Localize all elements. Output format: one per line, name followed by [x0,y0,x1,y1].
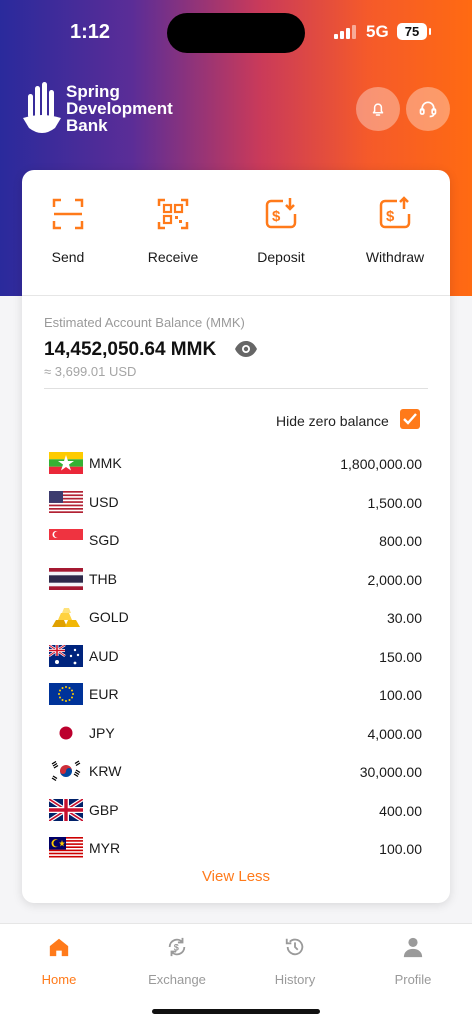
currency-amount: 400.00 [379,803,422,819]
thailand-flag-icon [49,568,83,590]
send-button[interactable]: Send [18,196,118,265]
currency-amount: 150.00 [379,649,422,665]
svg-text:$: $ [386,208,395,225]
deposit-button[interactable]: $ Deposit [231,196,331,265]
gold-bars-icon [52,608,80,627]
person-icon [403,937,423,958]
currency-code: AUD [89,648,119,664]
currency-row-krw[interactable]: KRW 30,000.00 [49,759,422,783]
withdraw-label: Withdraw [365,249,425,265]
currency-amount: 1,800,000.00 [340,456,422,472]
logo-mark-icon [23,82,61,133]
currency-row-myr[interactable]: MYR 100.00 [49,836,422,860]
section-divider [22,295,450,296]
bell-icon [372,103,384,116]
currency-amount: 100.00 [379,687,422,703]
currency-row-usd[interactable]: USD 1,500.00 [49,490,422,514]
eu-flag-icon [49,683,83,705]
tab-label: History [274,972,316,987]
balance-usd: ≈ 3,699.01 USD [44,364,137,379]
svg-text:$: $ [272,208,281,225]
currency-amount: 800.00 [379,533,422,549]
tab-exchange[interactable]: $ Exchange [137,936,217,987]
bank-name: Spring Development Bank [66,82,173,135]
currency-row-gold[interactable]: GOLD 30.00 [49,605,422,629]
tab-profile[interactable]: Profile [373,936,453,987]
battery-level: 75 [404,24,420,39]
hide-zero-label: Hide zero balance [276,413,389,429]
currency-row-eur[interactable]: EUR 100.00 [49,682,422,706]
japan-flag-icon [49,722,83,744]
send-label: Send [51,249,85,265]
balance-label: Estimated Account Balance (MMK) [44,315,245,330]
svg-text:$: $ [174,943,179,953]
tab-home[interactable]: Home [19,936,99,987]
currency-code: THB [89,571,117,587]
home-indicator [152,1009,320,1014]
currency-code: MMK [89,455,122,471]
currency-row-jpy[interactable]: JPY 4,000.00 [49,721,422,745]
deposit-icon: $ [265,198,297,229]
withdraw-icon: $ [379,196,411,229]
uk-flag-icon [49,799,83,821]
currency-code: GOLD [89,609,129,625]
currency-code: USD [89,494,119,510]
currency-code: KRW [89,763,122,779]
deposit-label: Deposit [257,249,305,265]
currency-row-thb[interactable]: THB 2,000.00 [49,567,422,591]
scan-icon [52,198,84,230]
qr-code-icon [157,198,189,230]
myanmar-flag-icon [49,452,83,474]
singapore-flag-icon [49,529,83,551]
currency-code: EUR [89,686,119,702]
history-icon [285,938,304,956]
signal-icon [334,25,358,39]
headset-icon [419,101,437,118]
korea-flag-icon [49,760,83,782]
currency-amount: 4,000.00 [367,726,423,742]
bank-logo: Spring Development Bank [22,80,182,140]
currency-code: MYR [89,840,121,856]
currency-amount: 1,500.00 [367,495,423,511]
currency-row-sgd[interactable]: SGD 800.00 [49,528,422,552]
australia-flag-icon [49,645,83,667]
status-time: 1:12 [70,21,111,43]
balance-value: 14,452,050.64 MMK [44,339,217,360]
support-button[interactable] [406,87,450,131]
notifications-button[interactable] [356,87,400,131]
malaysia-flag-icon [49,837,83,859]
exchange-icon: $ [168,937,186,957]
checkmark-icon [403,413,417,425]
receive-button[interactable]: Receive [123,196,223,265]
currency-code: JPY [89,725,115,741]
tab-label: Home [41,972,77,987]
currency-amount: 30.00 [386,610,422,626]
view-less-button[interactable]: View Less [22,868,450,885]
currency-amount: 30,000.00 [359,764,422,780]
usa-flag-icon [49,491,83,513]
currency-row-gbp[interactable]: GBP 400.00 [49,798,422,822]
currency-code: SGD [89,532,120,548]
tab-label: Profile [394,972,432,987]
currency-code: GBP [89,802,119,818]
quick-actions: Send Receive $ Deposit $ Withdraw [22,170,450,295]
tab-label: Exchange [148,972,206,987]
hide-zero-checkbox[interactable] [400,409,420,429]
network-type: 5G [366,22,389,41]
currency-row-mmk[interactable]: MMK 1,800,000.00 [49,451,422,475]
status-bar: 1:12 5G 75 [0,0,472,64]
wallet-card: Send Receive $ Deposit $ Withdraw Estima… [22,170,450,903]
withdraw-button[interactable]: $ Withdraw [345,196,445,265]
balance-divider [44,388,428,389]
home-icon [49,938,69,957]
currency-amount: 2,000.00 [367,572,423,588]
dynamic-island [167,13,305,53]
battery-icon: 75 [397,23,431,40]
receive-label: Receive [147,249,199,265]
currency-row-aud[interactable]: AUD 150.00 [49,644,422,668]
eye-icon[interactable] [234,339,258,359]
currency-amount: 100.00 [379,841,422,857]
tab-history[interactable]: History [255,936,335,987]
